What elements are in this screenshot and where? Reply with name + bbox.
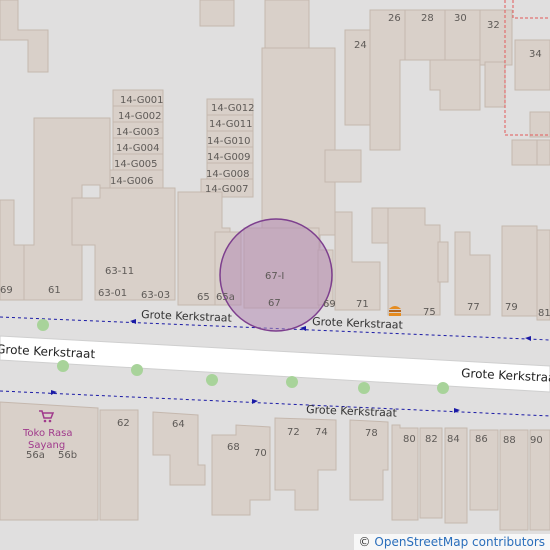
house-number: 67 [268,298,281,309]
tree-icon [206,374,218,386]
house-number: 81 [538,308,550,319]
map-canvas[interactable]: 26 28 30 32 34 24 14-G001 14-G002 14-G00… [0,0,550,550]
house-number: 28 [421,13,434,24]
house-number: 32 [487,20,500,31]
house-number: 67-I [265,271,284,282]
house-number: 74 [315,427,328,438]
house-number: 63-11 [105,266,134,277]
fast-food-icon[interactable] [389,306,401,316]
house-number: 80 [403,434,416,445]
house-number: 72 [287,427,300,438]
house-number: 14-G010 [207,136,251,147]
house-number: 14-G011 [209,119,253,130]
house-number: 14-G009 [207,152,251,163]
house-number: 14-G004 [116,143,160,154]
house-number: 64 [172,419,185,430]
house-number: 65 [197,292,210,303]
house-number: 79 [505,302,518,313]
house-number: 14-G012 [211,103,255,114]
house-number: 88 [503,435,516,446]
house-number: 78 [365,428,378,439]
house-number: 63-03 [141,290,170,301]
house-number: 14-G005 [114,159,158,170]
house-number: 14-G006 [110,176,154,187]
tree-icon [358,382,370,394]
house-number: 68 [227,442,240,453]
tree-icon [131,364,143,376]
tree-icon [57,360,69,372]
poi-name: Sayang [28,440,65,451]
house-number: 56a [26,450,45,461]
house-number: 75 [423,307,436,318]
house-number: 34 [529,49,542,60]
copyright-symbol: © [358,535,371,549]
house-number: 56b [58,450,77,461]
attribution-link[interactable]: OpenStreetMap contributors [374,535,545,549]
house-number: 65a [216,292,235,303]
house-number: 14-G008 [206,169,250,180]
house-number: 90 [530,435,543,446]
house-number: 14-G003 [116,127,160,138]
house-number: 63-01 [98,288,127,299]
house-number: 77 [467,302,480,313]
house-number: 14-G007 [205,184,249,195]
house-number: 82 [425,434,438,445]
tree-icon [437,382,449,394]
map-attribution: © OpenStreetMap contributors [353,534,550,550]
house-number: 61 [48,285,61,296]
house-number: 84 [447,434,460,445]
poi-name: Toko Rasa [22,428,72,439]
house-number: 24 [354,40,367,51]
house-number: 70 [254,448,267,459]
house-number: 69 [323,299,336,310]
house-number: 14-G001 [120,95,164,106]
house-number: 62 [117,418,130,429]
house-number: 69 [0,285,13,296]
tree-icon [37,319,49,331]
tree-icon [286,376,298,388]
house-number: 26 [388,13,401,24]
map-layer: 26 28 30 32 34 24 14-G001 14-G002 14-G00… [0,0,550,550]
house-number: 86 [475,434,488,445]
house-number: 30 [454,13,467,24]
house-number: 14-G002 [118,111,162,122]
house-number: 71 [356,299,369,310]
